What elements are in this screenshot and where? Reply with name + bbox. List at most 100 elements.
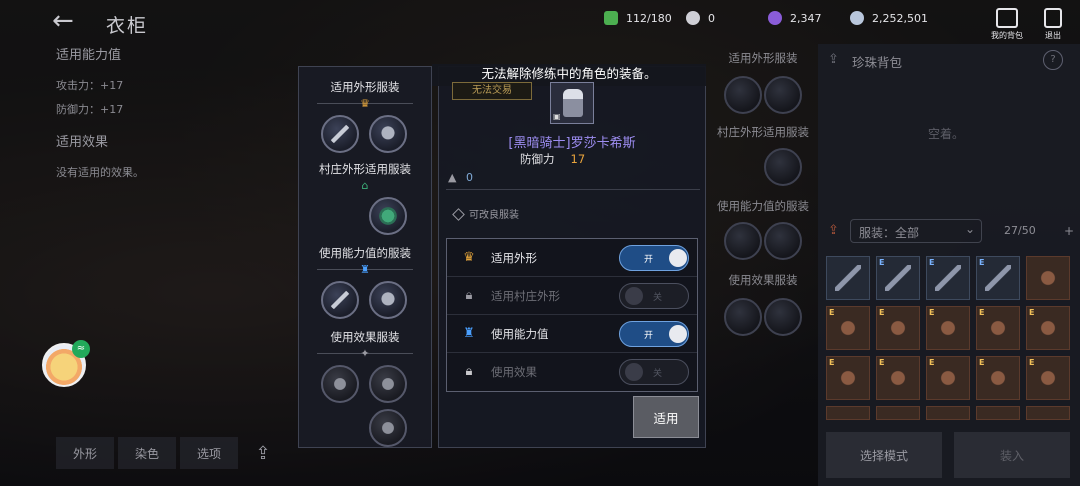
village-armor-slot[interactable] — [369, 197, 407, 235]
inventory-slot[interactable]: E — [876, 256, 920, 300]
empty-text: 空着。 — [928, 127, 965, 141]
tab-dye[interactable]: 染色 — [118, 437, 176, 469]
appearance-toggle[interactable]: 开 — [619, 245, 689, 271]
load-button[interactable]: 装入 — [954, 432, 1070, 478]
effect-slot-2[interactable] — [369, 365, 407, 403]
share-icon[interactable]: ⇪ — [242, 437, 284, 469]
inventory-slot[interactable]: E — [926, 306, 970, 350]
inventory-slot[interactable] — [1026, 406, 1070, 420]
filter-value: 服装：全部 — [859, 226, 920, 240]
stats-weapon-slot[interactable] — [321, 281, 359, 319]
equipped-badge: E — [929, 308, 935, 317]
equipped-badge: E — [879, 358, 885, 367]
pearl-icon — [686, 11, 700, 25]
inventory-slot[interactable]: E — [1026, 306, 1070, 350]
upload-icon[interactable]: ⇪ — [828, 223, 839, 238]
purple-orb-icon — [768, 11, 782, 25]
equipped-badge: E — [879, 258, 885, 267]
currency-silver-coin: 2,252,501 — [850, 9, 974, 27]
equipped-badge: E — [1029, 358, 1035, 367]
inventory-slot[interactable]: E — [876, 306, 920, 350]
shield-crest-icon: ♜ — [463, 326, 475, 341]
page-title: 衣柜 — [106, 15, 149, 37]
inventory-slot[interactable]: E — [976, 306, 1020, 350]
inventory-slot[interactable]: E — [926, 356, 970, 400]
defense-label: 防御力 — [520, 152, 555, 166]
tab-appearance[interactable]: 外形 — [56, 437, 114, 469]
upload-icon[interactable]: ⇪ — [828, 52, 839, 67]
effect-slot-3[interactable] — [369, 409, 407, 447]
sword-icon — [935, 265, 961, 291]
inventory-slot[interactable] — [876, 406, 920, 420]
defense-value: 17 — [570, 152, 586, 166]
select-mode-button[interactable]: 选择模式 — [826, 432, 942, 478]
inventory-slot[interactable] — [926, 406, 970, 420]
stats-costume-header: 使用能力值的服装 — [319, 246, 411, 260]
slot — [724, 298, 762, 336]
effect-costume-header: 使用效果服装 — [728, 273, 798, 287]
inventory-slot[interactable]: E — [876, 356, 920, 400]
costume-icon — [1035, 315, 1061, 341]
effect-slot-1[interactable] — [321, 365, 359, 403]
currency-value: 0 — [708, 11, 715, 25]
stats-toggle[interactable]: 开 — [619, 321, 689, 347]
no-effect-text: 没有适用的效果。 — [56, 166, 144, 179]
inventory-slot[interactable]: E — [826, 306, 870, 350]
toggle-knob — [625, 287, 643, 305]
exit-door-icon — [1044, 8, 1062, 28]
equipped-badge: E — [929, 358, 935, 367]
inventory-slot[interactable] — [1026, 256, 1070, 300]
slot — [764, 298, 802, 336]
inventory-slot[interactable] — [826, 406, 870, 420]
inventory-slot[interactable] — [826, 256, 870, 300]
toggle-text: 关 — [653, 369, 663, 379]
inventory-slot[interactable]: E — [926, 256, 970, 300]
bag-icon — [996, 8, 1018, 28]
sparkle-icon: ✦ — [360, 347, 370, 360]
weapon-slot[interactable] — [321, 115, 359, 153]
weight-icon: ▲ — [448, 171, 457, 184]
armor-slot[interactable] — [369, 115, 407, 153]
upgradeable-label: 可改良服装 — [469, 210, 519, 221]
option-label: 使用能力值 — [491, 327, 549, 341]
defense-row: 防御力 17 — [520, 151, 585, 167]
costume-filter-select[interactable]: 服装：全部 ⌄ — [850, 219, 982, 243]
currency-value: 2,252,501 — [872, 11, 928, 25]
costume-icon — [985, 365, 1011, 391]
divider — [446, 189, 700, 190]
option-appearance: ♛ 适用外形 开 — [447, 239, 697, 277]
back-arrow-icon[interactable]: ← — [52, 8, 74, 34]
appearance-costume-header: 适用外形服装 — [728, 51, 798, 65]
tab-options[interactable]: 选项 — [180, 437, 238, 469]
my-bag-button[interactable]: 我的背包 — [986, 8, 1028, 41]
toggle-knob — [669, 249, 687, 267]
effect-toggle[interactable]: 关 — [619, 359, 689, 385]
toggle-text: 关 — [653, 293, 663, 303]
village-costume-header: 村庄外形适用服装 — [319, 162, 411, 176]
costume-icon — [1035, 265, 1061, 291]
house-icon: ⌂ — [361, 179, 369, 192]
green-armor-icon — [377, 205, 399, 227]
stats-armor-slot[interactable] — [369, 281, 407, 319]
village-appearance-toggle[interactable]: 关 — [619, 283, 689, 309]
equipped-badge: E — [829, 358, 835, 367]
slot — [724, 76, 762, 114]
expand-capacity-button[interactable]: + — [1064, 224, 1074, 238]
exit-button[interactable]: 退出 — [1032, 8, 1074, 41]
costume-options: ♛ 适用外形 开 🔒︎ 适用村庄外形 关 ♜ 使用能力值 开 🔒︎ 使用效果 关 — [446, 238, 698, 392]
currency-pearl: 0 — [686, 9, 760, 27]
inventory-slot[interactable]: E — [976, 256, 1020, 300]
slot — [764, 76, 802, 114]
inventory-slot[interactable]: E — [826, 356, 870, 400]
apply-button[interactable]: 适用 — [633, 396, 699, 438]
inventory-slot[interactable]: E — [1026, 356, 1070, 400]
option-label: 使用效果 — [491, 365, 537, 379]
costume-icon — [1035, 365, 1061, 391]
crown-icon: ♛ — [360, 97, 370, 110]
inventory-slot[interactable]: E — [976, 356, 1020, 400]
lock-icon: 🔒︎ — [465, 364, 473, 379]
top-bar: ← 衣柜 112/180 0 2,347 2,252,501 我的背包 退出 — [0, 0, 1080, 40]
inventory-slot[interactable] — [976, 406, 1020, 420]
help-icon[interactable]: ? — [1043, 50, 1063, 70]
silver-coin-icon — [850, 11, 864, 25]
